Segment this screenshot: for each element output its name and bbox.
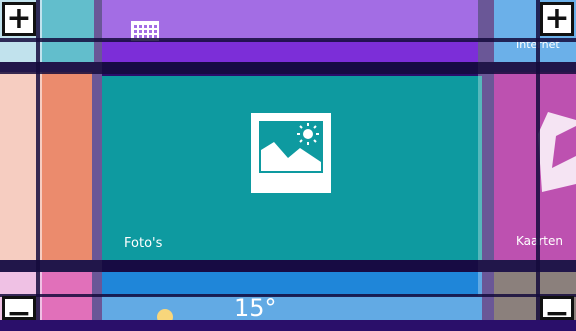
photos-tile[interactable]: Foto's	[102, 76, 482, 260]
zoom-overlay-right	[478, 0, 576, 320]
separator-lower	[0, 260, 576, 272]
separator-upper	[0, 62, 576, 74]
zoom-in-button-left[interactable]: +	[2, 2, 36, 36]
zoom-overlay-top	[102, 0, 478, 40]
separator-top	[0, 38, 576, 42]
zoom-out-button-right[interactable]: −	[540, 296, 574, 329]
separator-right	[536, 0, 540, 320]
photos-icon	[250, 112, 332, 194]
separator-bottom	[0, 294, 576, 297]
zoom-in-button-right[interactable]: +	[540, 2, 574, 36]
zoom-out-button-left[interactable]: −	[2, 296, 36, 329]
separator-left	[36, 0, 40, 320]
zoom-overlay-bottom	[102, 296, 478, 320]
photos-tile-label: Foto's	[124, 236, 163, 251]
zoom-overlay-left	[0, 0, 102, 320]
